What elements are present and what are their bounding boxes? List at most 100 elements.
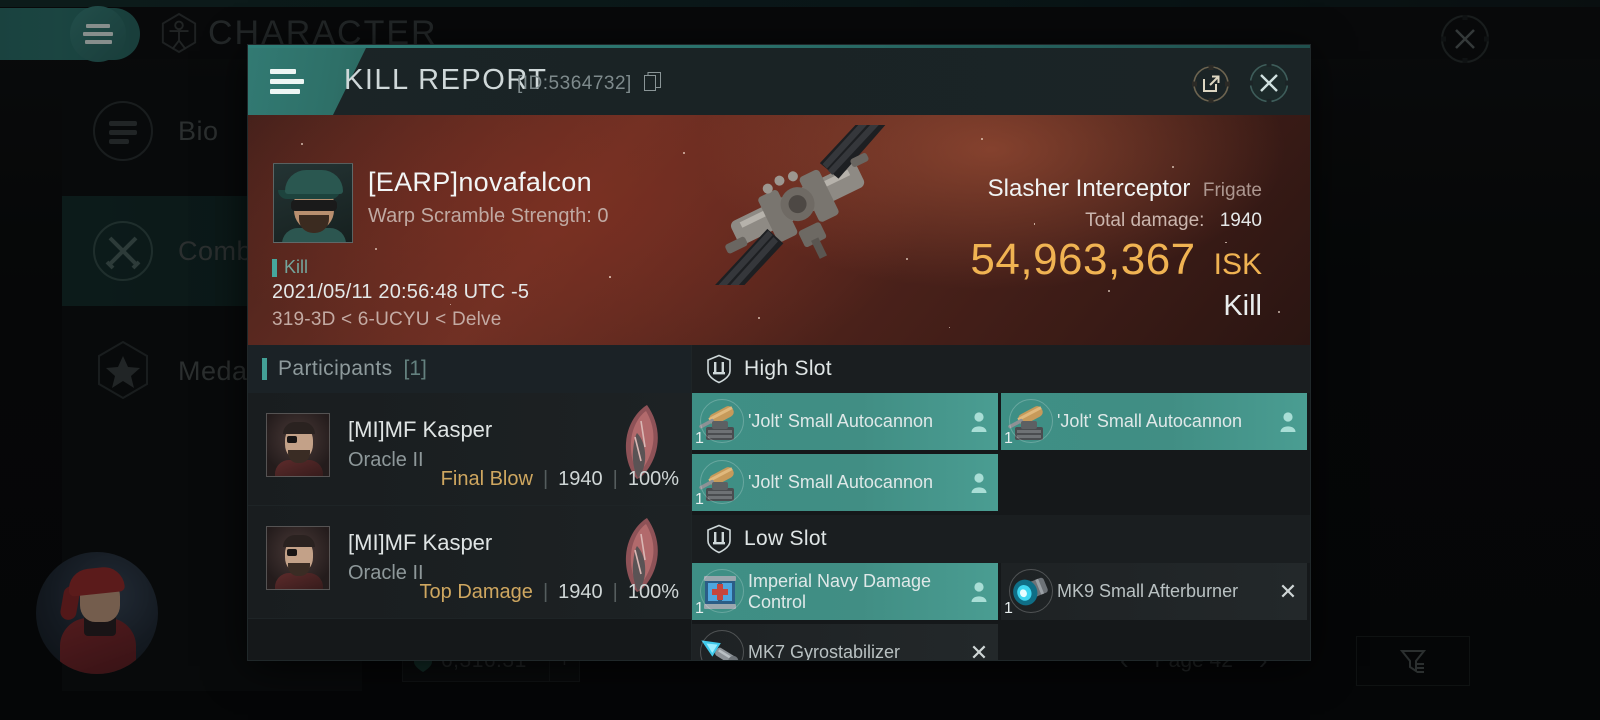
- isk-value-row: 54,963,367 ISK: [970, 235, 1262, 285]
- participants-panel: Participants [1] [MI]MF Kasper Oracle II: [248, 345, 692, 660]
- participant-name: [MI]MF Kasper: [348, 417, 493, 442]
- module-name: MK7 Gyrostabilizer: [748, 642, 901, 660]
- module-qty: 1: [695, 600, 704, 617]
- gyrostabilizer-icon: 1: [692, 624, 748, 660]
- module-slot[interactable]: 1 MK9 Small Afterburner ✕: [1001, 563, 1310, 624]
- kill-report-modal: KILL REPORT [ID:5364732] [EARP]novafalco…: [248, 45, 1310, 660]
- total-damage-label: Total damage:: [1085, 210, 1205, 231]
- module-slot[interactable]: 1 Imperial Navy Damage Control: [692, 563, 1001, 624]
- participant-damage: 1940: [558, 468, 603, 490]
- modal-body: Participants [1] [MI]MF Kasper Oracle II: [248, 345, 1310, 660]
- x-icon: ✕: [969, 639, 989, 661]
- participant-ship: Oracle II: [348, 562, 424, 584]
- screen-root: CHARACTER Bio Combat Medal 6,316.31 + ‹ …: [0, 0, 1600, 720]
- victim-name: [EARP]novafalcon: [368, 167, 592, 197]
- separator: |: [542, 468, 549, 490]
- participant-hair: [283, 422, 315, 434]
- module-slot[interactable]: 1 'Jolt' Small Autocannon: [692, 393, 1001, 454]
- participant-percent: 100%: [627, 581, 679, 603]
- participant-damage: 1940: [558, 581, 603, 603]
- modal-header: KILL REPORT [ID:5364732]: [248, 48, 1310, 115]
- participants-title: Participants: [278, 357, 393, 380]
- victim-cap: [285, 170, 343, 194]
- module-marker: ✕: [1269, 579, 1307, 605]
- total-damage: Total damage: 1940: [1085, 210, 1262, 232]
- autocannon-icon: 1: [692, 393, 748, 450]
- module-marker: [1269, 411, 1307, 433]
- participant-avatar: [266, 413, 330, 477]
- participant-eyepatch: [287, 549, 297, 556]
- module-row[interactable]: 1 Imperial Navy Damage Control: [692, 563, 998, 620]
- warp-scramble-strength: Warp Scramble Strength: 0: [368, 205, 609, 227]
- kill-banner: [EARP]novafalcon Warp Scramble Strength:…: [248, 115, 1310, 345]
- kill-result: Kill: [1223, 290, 1262, 322]
- participant-avatar: [266, 526, 330, 590]
- module-name: 'Jolt' Small Autocannon: [748, 411, 933, 431]
- kill-tag-label: Kill: [284, 257, 309, 277]
- victim-ship-class: Frigate: [1202, 180, 1262, 201]
- module-slot[interactable]: 1 'Jolt' Small Autocannon: [1001, 393, 1310, 454]
- module-grid-high: 1 'Jolt' Small Autocannon 1 'Jolt' Small…: [692, 393, 1310, 515]
- participant-tag: Final Blow: [440, 468, 533, 490]
- victim-ship-line: Slasher Interceptor Frigate: [988, 175, 1262, 203]
- slot-shield-icon: [707, 524, 731, 554]
- victim-avatar[interactable]: [273, 163, 353, 243]
- autocannon-icon: 1: [692, 454, 748, 511]
- person-icon: [971, 581, 987, 602]
- participant-hair: [283, 535, 315, 547]
- module-slot-empty: [1001, 624, 1310, 660]
- person-icon: [971, 472, 987, 493]
- module-grid-low: 1 Imperial Navy Damage Control 1 MK9 Sma…: [692, 563, 1310, 660]
- module-row[interactable]: 1 'Jolt' Small Autocannon: [692, 454, 998, 511]
- module-marker: ✕: [960, 640, 998, 661]
- participant-stats: Final Blow | 1940 | 100%: [441, 468, 679, 491]
- participant-ship: Oracle II: [348, 449, 424, 471]
- module-slot[interactable]: 1 'Jolt' Small Autocannon: [692, 454, 1001, 515]
- module-row[interactable]: 1 'Jolt' Small Autocannon: [692, 393, 998, 450]
- hamburger-icon: [270, 69, 304, 94]
- x-icon: ✕: [1278, 578, 1298, 604]
- slot-shield-icon: [707, 354, 731, 384]
- module-slot[interactable]: 1 MK7 Gyrostabilizer ✕: [692, 624, 1001, 660]
- victim-glasses: [291, 200, 337, 211]
- separator: |: [612, 581, 618, 603]
- participants-count: [1]: [403, 357, 427, 380]
- module-qty: 1: [695, 491, 704, 508]
- victim-ship-name: Slasher Interceptor: [987, 175, 1191, 202]
- kill-report-id: [ID:5364732]: [517, 73, 632, 94]
- separator: |: [542, 581, 549, 603]
- participant-eyepatch: [287, 436, 297, 443]
- module-row[interactable]: 1 MK9 Small Afterburner ✕: [1001, 563, 1307, 620]
- separator: |: [612, 468, 618, 490]
- participant-percent: 100%: [627, 468, 679, 490]
- module-name: Imperial Navy Damage Control: [748, 570, 932, 612]
- participant-tag: Top Damage: [419, 581, 533, 603]
- module-slot-empty: [1001, 454, 1310, 515]
- participant-name: [MI]MF Kasper: [348, 530, 493, 555]
- modal-close-button[interactable]: [1246, 60, 1292, 106]
- kill-tag-bar: [272, 258, 277, 277]
- afterburner-icon: 1: [1001, 563, 1057, 620]
- module-marker: [960, 411, 998, 433]
- module-row[interactable]: 1 'Jolt' Small Autocannon: [1001, 393, 1307, 450]
- section-accent-bar: [262, 358, 267, 380]
- table-row[interactable]: [MI]MF Kasper Oracle II Final Blow | 194…: [248, 393, 691, 506]
- kill-location: 319-3D < 6-UCYU < Delve: [272, 309, 502, 330]
- fitting-panel: High Slot 1 'Jolt' Small Autocannon 1 'J…: [692, 345, 1310, 660]
- damage-control-icon: 1: [692, 563, 748, 620]
- isk-unit: ISK: [1213, 248, 1262, 281]
- module-qty: 1: [695, 430, 704, 447]
- share-external-icon[interactable]: [1190, 63, 1232, 105]
- module-name: 'Jolt' Small Autocannon: [748, 472, 933, 492]
- autocannon-icon: 1: [1001, 393, 1057, 450]
- copy-icon[interactable]: [644, 72, 661, 92]
- module-marker: [960, 581, 998, 603]
- module-marker: [960, 472, 998, 494]
- module-name: MK9 Small Afterburner: [1057, 581, 1239, 601]
- module-qty: 1: [1004, 430, 1013, 447]
- kill-timestamp: 2021/05/11 20:56:48 UTC -5: [272, 281, 530, 303]
- module-row[interactable]: 1 MK7 Gyrostabilizer ✕: [692, 624, 998, 660]
- module-qty: 1: [1004, 600, 1013, 617]
- table-row[interactable]: [MI]MF Kasper Oracle II Top Damage | 194…: [248, 506, 691, 619]
- isk-value: 54,963,367: [970, 235, 1196, 284]
